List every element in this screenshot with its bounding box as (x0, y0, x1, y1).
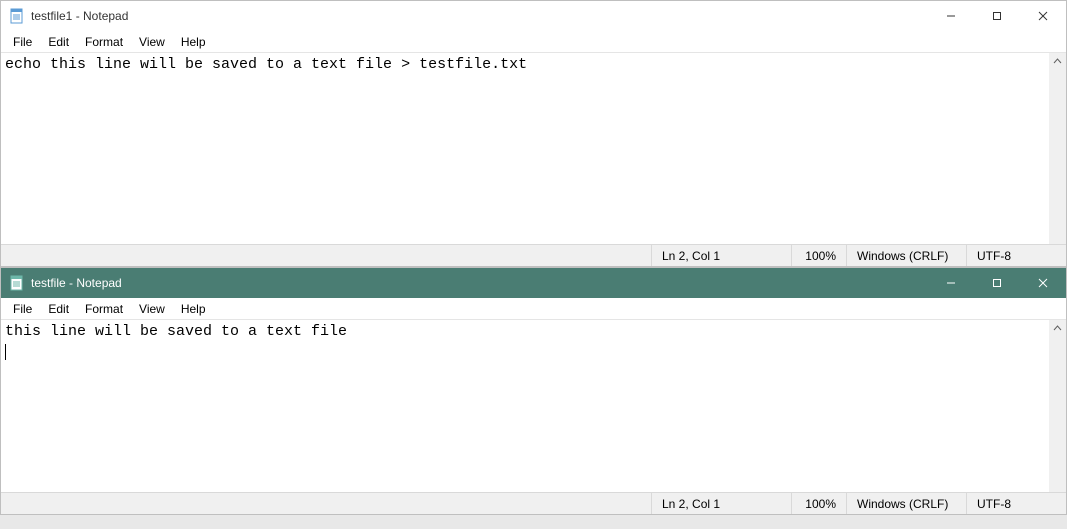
text-editor[interactable]: echo this line will be saved to a text f… (1, 53, 1049, 244)
status-zoom: 100% (791, 493, 846, 514)
vertical-scrollbar[interactable] (1049, 53, 1066, 244)
titlebar[interactable]: testfile - Notepad (1, 268, 1066, 298)
notepad-icon (9, 275, 25, 291)
close-button[interactable] (1020, 1, 1066, 31)
window-title: testfile1 - Notepad (31, 9, 128, 23)
scroll-up-icon[interactable] (1049, 320, 1066, 337)
menu-help[interactable]: Help (173, 33, 214, 51)
menu-format[interactable]: Format (77, 300, 131, 318)
editor-text: this line will be saved to a text file (5, 323, 356, 340)
menu-file[interactable]: File (5, 33, 40, 51)
minimize-button[interactable] (928, 268, 974, 298)
close-button[interactable] (1020, 268, 1066, 298)
window-controls (928, 1, 1066, 31)
notepad-window-2: testfile - Notepad File Edit Format View… (0, 267, 1067, 515)
maximize-button[interactable] (974, 268, 1020, 298)
statusbar: Ln 2, Col 1 100% Windows (CRLF) UTF-8 (1, 492, 1066, 514)
statusbar: Ln 2, Col 1 100% Windows (CRLF) UTF-8 (1, 244, 1066, 266)
menu-edit[interactable]: Edit (40, 33, 77, 51)
menubar: File Edit Format View Help (1, 31, 1066, 53)
status-encoding: UTF-8 (966, 245, 1066, 266)
status-cursor-pos: Ln 2, Col 1 (651, 245, 791, 266)
text-editor[interactable]: this line will be saved to a text file (1, 320, 1049, 492)
window-title: testfile - Notepad (31, 276, 122, 290)
desktop-gap (0, 515, 1067, 529)
menu-help[interactable]: Help (173, 300, 214, 318)
notepad-window-1: testfile1 - Notepad File Edit Format Vie… (0, 0, 1067, 267)
status-line-ending: Windows (CRLF) (846, 493, 966, 514)
menu-edit[interactable]: Edit (40, 300, 77, 318)
maximize-button[interactable] (974, 1, 1020, 31)
titlebar[interactable]: testfile1 - Notepad (1, 1, 1066, 31)
menu-format[interactable]: Format (77, 33, 131, 51)
scroll-up-icon[interactable] (1049, 53, 1066, 70)
window-controls (928, 268, 1066, 298)
menubar: File Edit Format View Help (1, 298, 1066, 320)
minimize-button[interactable] (928, 1, 974, 31)
status-encoding: UTF-8 (966, 493, 1066, 514)
notepad-icon (9, 8, 25, 24)
menu-view[interactable]: View (131, 300, 173, 318)
text-cursor (5, 344, 6, 360)
menu-file[interactable]: File (5, 300, 40, 318)
status-cursor-pos: Ln 2, Col 1 (651, 493, 791, 514)
vertical-scrollbar[interactable] (1049, 320, 1066, 492)
status-zoom: 100% (791, 245, 846, 266)
menu-view[interactable]: View (131, 33, 173, 51)
status-line-ending: Windows (CRLF) (846, 245, 966, 266)
